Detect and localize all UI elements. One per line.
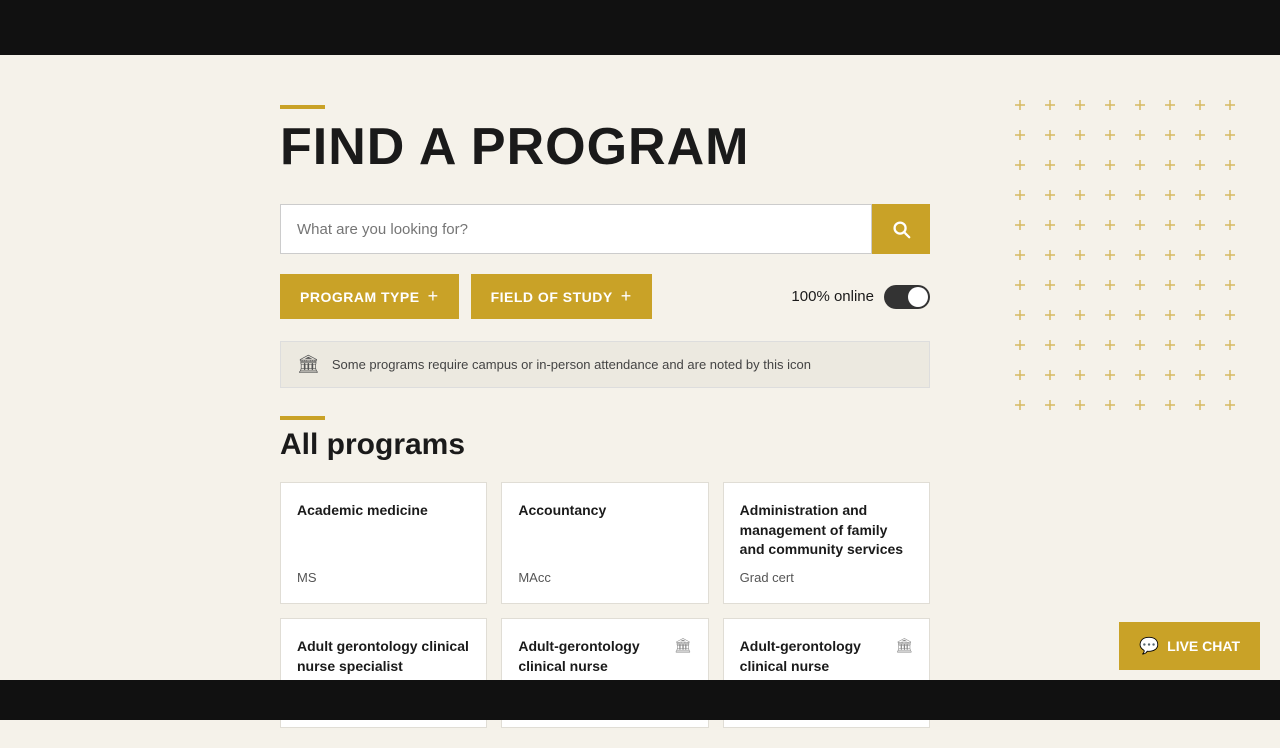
program-card-academic-medicine[interactable]: Academic medicine MS [280,482,487,604]
program-type-label: PROGRAM TYPE [300,289,420,305]
top-black-bar [0,0,1280,55]
card-title: Administration and management of family … [740,501,913,560]
card-badge: MS [297,570,470,585]
online-label: 100% online [791,288,874,305]
filter-row: PROGRAM TYPE + FIELD OF STUDY + 100% onl… [280,274,930,319]
search-input[interactable] [280,204,872,254]
campus-icon: 🏛 [674,637,692,654]
info-text: Some programs require campus or in-perso… [332,357,811,372]
programs-section-title: All programs [280,428,960,462]
live-chat-label: LIVE CHAT [1167,638,1240,654]
info-banner: 🏛 Some programs require campus or in-per… [280,341,930,388]
program-type-plus-icon: + [428,286,439,307]
info-campus-icon: 🏛 [297,354,320,375]
chat-icon: 💬 [1139,636,1159,656]
card-title: Accountancy [518,501,606,521]
field-of-study-label: FIELD OF STUDY [491,289,613,305]
card-header: Administration and management of family … [740,501,913,570]
program-card-admin-family[interactable]: Administration and management of family … [723,482,930,604]
plus-pattern [1000,85,1260,425]
title-accent [280,105,325,109]
field-of-study-plus-icon: + [621,286,632,307]
campus-icon: 🏛 [895,637,913,654]
bottom-black-bar [0,680,1280,720]
card-header: Adult gerontology clinical nurse special… [297,637,470,686]
toggle-knob [908,287,928,307]
card-header: Academic medicine [297,501,470,531]
page-title: FIND A PROGRAM [280,119,960,176]
card-badge: MAcc [518,570,691,585]
program-card-accountancy[interactable]: Accountancy MAcc [501,482,708,604]
card-title: Academic medicine [297,501,428,521]
card-title: Adult gerontology clinical nurse special… [297,637,470,676]
field-of-study-filter[interactable]: FIELD OF STUDY + [471,274,652,319]
online-toggle[interactable] [884,285,930,309]
card-header: Accountancy [518,501,691,531]
live-chat-button[interactable]: 💬 LIVE CHAT [1119,622,1260,670]
search-icon [890,218,912,240]
search-button[interactable] [872,204,930,254]
online-toggle-area: 100% online [791,285,930,309]
card-badge: Grad cert [740,570,913,585]
search-row [280,204,930,254]
program-type-filter[interactable]: PROGRAM TYPE + [280,274,459,319]
page-title-section: FIND A PROGRAM [280,105,960,176]
section-accent [280,416,325,420]
